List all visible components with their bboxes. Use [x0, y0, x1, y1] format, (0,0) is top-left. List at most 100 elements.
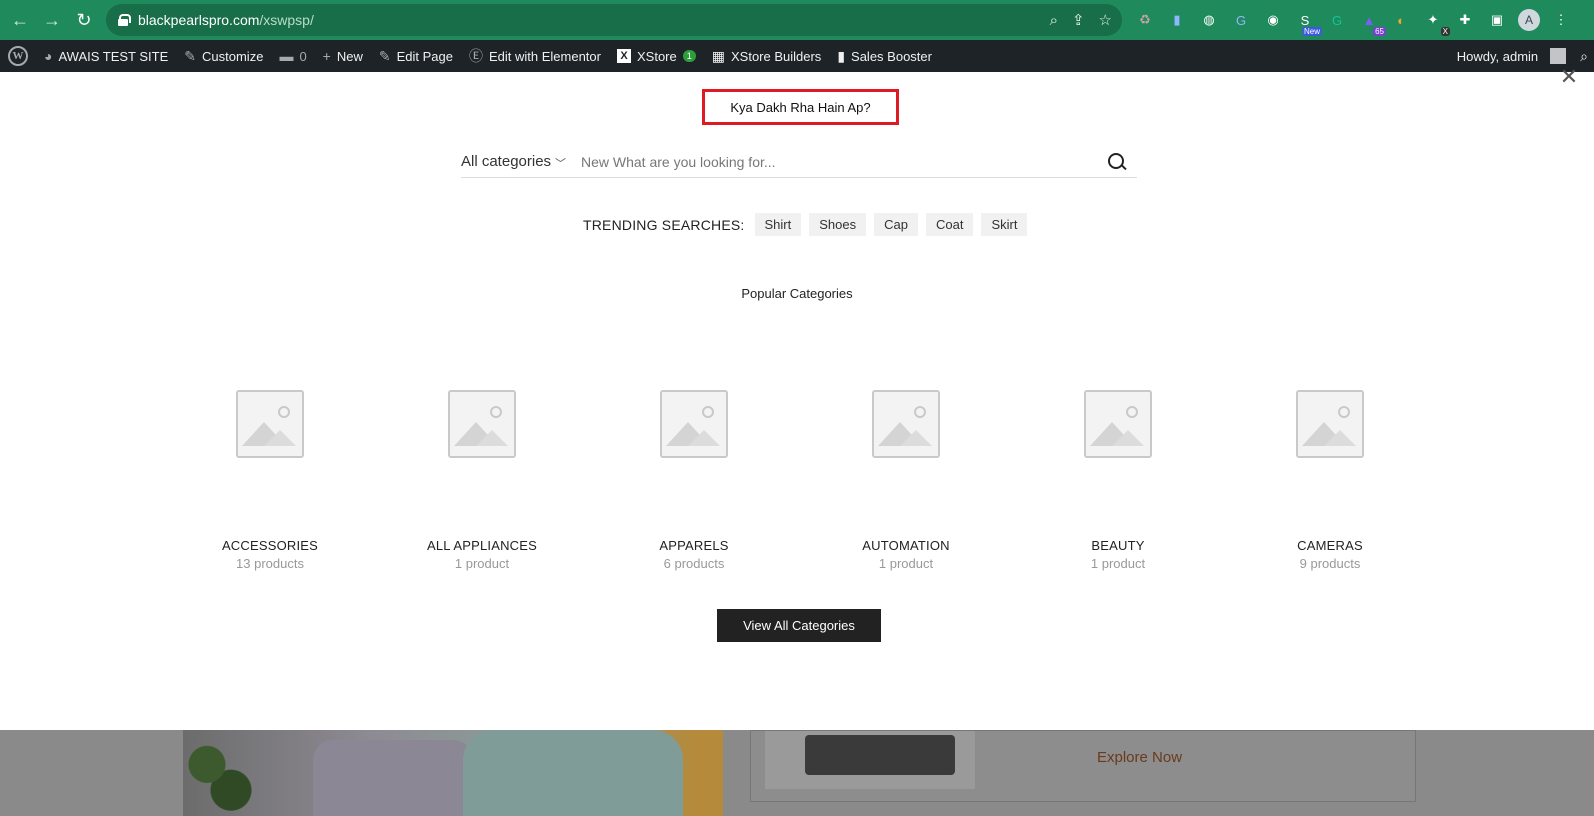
trending-searches: TRENDING SEARCHES: Shirt Shoes Cap Coat …: [583, 213, 1028, 236]
explore-now-link[interactable]: Explore Now: [1097, 749, 1182, 766]
living-room-banner-image: [183, 730, 723, 816]
edit-page-label: Edit Page: [396, 48, 453, 64]
category-card[interactable]: APPARELS 6 products: [604, 382, 784, 571]
user-avatar: [1550, 48, 1567, 64]
category-name[interactable]: AUTOMATION: [862, 538, 949, 553]
bookmark-star-icon[interactable]: ☆: [1099, 11, 1112, 29]
placeholder-image-icon[interactable]: [236, 390, 304, 458]
lock-icon[interactable]: [118, 14, 131, 26]
view-all-categories-button[interactable]: View All Categories: [717, 609, 881, 642]
xstore-builders-label: XStore Builders: [730, 48, 822, 64]
category-name[interactable]: ACCESSORIES: [222, 538, 318, 553]
category-count: 13 products: [236, 556, 304, 571]
site-name-item[interactable]: ◕ AWAIS TEST SITE: [36, 40, 176, 72]
grill-product-image: [765, 731, 975, 789]
count-badge: 65: [1373, 27, 1386, 36]
category-dropdown-label: All categories: [461, 153, 552, 170]
category-card[interactable]: AUTOMATION 1 product: [816, 382, 996, 571]
forward-arrow-icon[interactable]: →: [36, 4, 68, 36]
chair-decor: [313, 740, 473, 816]
brush-icon: ✎: [184, 47, 197, 64]
plant-decor: [183, 730, 263, 816]
xstore-badge: 1: [682, 50, 696, 62]
docs-extension-icon[interactable]: ▮: [1166, 9, 1188, 31]
elementor-item[interactable]: Ⓔ Edit with Elementor: [461, 40, 609, 72]
puzzle-extensions-icon[interactable]: ✚: [1454, 9, 1476, 31]
background-page: Explore Now: [0, 730, 1594, 816]
plus-icon: +: [322, 48, 331, 64]
grid-icon: ▦: [711, 47, 725, 64]
trending-tag[interactable]: Coat: [925, 213, 974, 236]
trending-tag[interactable]: Skirt: [981, 213, 1028, 236]
comments-item[interactable]: ▬ 0: [271, 40, 314, 72]
tools-extension-icon[interactable]: ✦ X: [1422, 9, 1450, 36]
sales-booster-item[interactable]: ▮ Sales Booster: [829, 40, 940, 72]
category-name[interactable]: APPARELS: [659, 538, 728, 553]
recycle-extension-icon[interactable]: ♻: [1134, 9, 1156, 31]
seo-extension-icon[interactable]: S New: [1294, 9, 1322, 36]
placeholder-image-icon[interactable]: [1084, 390, 1152, 458]
howdy-label: Howdy, admin: [1456, 48, 1539, 64]
site-name: AWAIS TEST SITE: [58, 48, 169, 64]
grammarly-extension-icon[interactable]: G: [1326, 9, 1348, 31]
xstore-item[interactable]: X XStore 1: [609, 40, 704, 72]
reload-icon[interactable]: ↻: [68, 4, 100, 36]
side-panel-icon[interactable]: ▣: [1486, 9, 1508, 31]
category-name[interactable]: CAMERAS: [1297, 538, 1363, 553]
chevron-down-icon: ﹀: [555, 157, 567, 170]
wp-logo-item[interactable]: W: [0, 40, 36, 72]
category-card[interactable]: ACCESSORIES 13 products: [180, 382, 360, 571]
zoom-icon[interactable]: ⌕: [1050, 12, 1058, 29]
address-bar[interactable]: blackpearlspro.com/xswpsp/ ⌕ ⇪ ☆: [106, 4, 1122, 36]
category-card[interactable]: ALL APPLIANCES 1 product: [392, 382, 572, 571]
new-badge: New: [1301, 27, 1322, 36]
category-name[interactable]: BEAUTY: [1091, 538, 1144, 553]
placeholder-image-icon[interactable]: [872, 390, 940, 458]
headline-text: Kya Dakh Rha Hain Ap?: [730, 99, 871, 115]
trending-tag[interactable]: Shoes: [809, 213, 867, 236]
graduation-extension-icon[interactable]: ▲ 65: [1358, 9, 1386, 36]
placeholder-image-icon[interactable]: [660, 390, 728, 458]
close-icon[interactable]: ✕: [1558, 66, 1580, 88]
promo-card: Explore Now: [750, 730, 1416, 802]
search-input[interactable]: [581, 153, 1105, 170]
category-name[interactable]: ALL APPLIANCES: [427, 538, 537, 553]
category-count: 1 product: [1090, 556, 1146, 571]
globe-extension-icon[interactable]: ◍: [1198, 9, 1220, 31]
share-icon[interactable]: ⇪: [1072, 11, 1085, 29]
category-card[interactable]: CAMERAS 9 products: [1240, 382, 1420, 571]
bar-chart-icon: ▮: [837, 47, 846, 64]
trending-tag[interactable]: Shirt: [754, 213, 802, 236]
trending-tag[interactable]: Cap: [874, 213, 918, 236]
placeholder-image-icon[interactable]: [448, 390, 516, 458]
xstore-builders-item[interactable]: ▦ XStore Builders: [704, 40, 830, 72]
pencil-icon: ✎: [378, 47, 391, 64]
back-arrow-icon[interactable]: ←: [4, 4, 36, 36]
comment-icon: ▬: [279, 48, 294, 64]
category-count: 1 product: [878, 556, 934, 571]
account-item[interactable]: Howdy, admin: [1449, 40, 1574, 72]
xstore-icon: X: [616, 49, 631, 63]
translate-extension-icon[interactable]: G: [1230, 9, 1252, 31]
elementor-label: Edit with Elementor: [488, 48, 601, 64]
edit-page-item[interactable]: ✎ Edit Page: [371, 40, 461, 72]
search-headline: Kya Dakh Rha Hain Ap?: [702, 89, 899, 125]
profile-avatar[interactable]: A: [1518, 9, 1540, 31]
category-count: 1 product: [454, 556, 510, 571]
customize-item[interactable]: ✎ Customize: [176, 40, 271, 72]
pillow-decor: [463, 730, 683, 816]
customize-label: Customize: [202, 48, 264, 64]
color-extension-icon[interactable]: ◐: [1390, 9, 1412, 31]
url-path: /xswpsp/: [259, 12, 314, 28]
url-host: blackpearlspro.com: [138, 12, 260, 28]
search-icon: ⌕: [1580, 47, 1588, 64]
search-submit-icon[interactable]: [1105, 150, 1129, 174]
category-dropdown[interactable]: All categories ﹀: [461, 153, 581, 170]
category-card[interactable]: BEAUTY 1 product: [1028, 382, 1208, 571]
dashboard-icon: ◕: [44, 48, 53, 64]
menu-kebab-icon[interactable]: ⋮: [1550, 9, 1572, 31]
placeholder-image-icon[interactable]: [1296, 390, 1364, 458]
new-item[interactable]: + New: [315, 40, 371, 72]
camera-extension-icon[interactable]: ◉: [1262, 9, 1284, 31]
browser-toolbar: ← → ↻ blackpearlspro.com/xswpsp/ ⌕ ⇪ ☆ ♻…: [0, 0, 1594, 40]
